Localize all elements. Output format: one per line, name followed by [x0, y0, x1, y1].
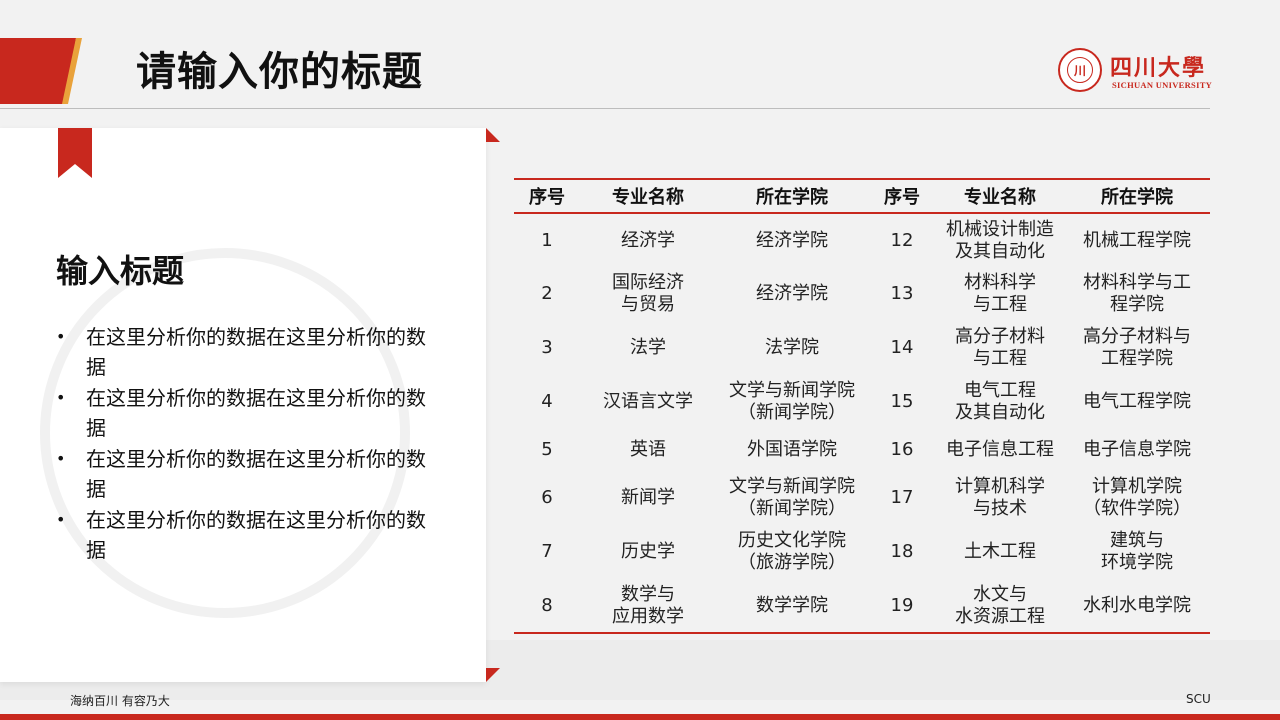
left-content-panel: 输入标题 在这里分析你的数据在这里分析你的数据 在这里分析你的数据在这里分析你的…: [0, 128, 486, 682]
table-cell: 14: [890, 337, 914, 358]
table-cell: 数学学院: [716, 579, 868, 634]
logo-chinese-name: 四川大學: [1110, 55, 1207, 81]
logo-english-name: SICHUAN UNIVERSITY: [1112, 80, 1213, 90]
bookmark-ribbon-icon: [58, 128, 92, 178]
table-row: 2 国际经济 与贸易 经济学院 13 材料科学 与工程 材料科学与工 程学院: [514, 267, 1210, 321]
table-row: 4 汉语言文学 文学与新闻学院 （新闻学院） 15 电气工程 及其自动化 电气工程学院: [514, 375, 1210, 429]
table-cell: 4: [541, 391, 553, 412]
footer-motto: 海纳百川 有容乃大: [70, 694, 170, 708]
page-title: 请输入你的标题: [136, 49, 423, 95]
table-cell: 电子信息工程: [946, 439, 1054, 460]
table-cell: 机械设计制造 及其自动化: [946, 218, 1054, 262]
header-index: 序号: [514, 178, 580, 214]
bullet-list: 在这里分析你的数据在这里分析你的数据 在这里分析你的数据在这里分析你的数据 在这…: [56, 322, 426, 566]
table-cell: 国际经济 与贸易: [612, 272, 684, 315]
table-cell: 水利水电学院: [1064, 579, 1210, 634]
table-cell: 历史学: [621, 541, 675, 562]
table-cell: 经济学院: [756, 229, 828, 251]
panel-heading: 输入标题: [56, 252, 185, 290]
table-cell: 16: [890, 439, 914, 460]
table-cell: 18: [890, 541, 914, 562]
table-cell: 3: [541, 337, 553, 358]
table-cell: 13: [890, 283, 914, 304]
table-body: 1 经济学 经济学院 12 机械设计制造 及其自动化 机械工程学院 2 国际经济 与贸易 经济学…: [514, 213, 1210, 634]
table-cell: 水文与 水资源工程: [936, 579, 1064, 634]
university-seal-icon: 川: [1058, 48, 1102, 92]
table-cell: 新闻学: [621, 487, 675, 508]
header-college: 所在学院: [716, 178, 868, 214]
table-cell: 19: [868, 579, 936, 634]
table-cell: 经济学院: [756, 283, 828, 304]
table-cell: 历史文化学院 （旅游学院）: [738, 530, 846, 573]
header-major: 专业名称: [936, 178, 1064, 214]
table-cell: 汉语言文学: [603, 391, 693, 412]
footer-abbrev: SCU: [1186, 692, 1211, 706]
table-cell: 材料科学 与工程: [964, 272, 1036, 315]
header-index: 序号: [868, 178, 936, 214]
table-cell: 计算机科学 与技术: [955, 476, 1045, 519]
table-cell: 8: [514, 579, 580, 634]
table-cell: 法学院: [765, 337, 819, 358]
table-cell: 英语: [630, 439, 666, 460]
university-logo: 川 四川大學 SICHUAN UNIVERSITY: [1058, 48, 1218, 100]
table-cell: 计算机学院 （软件学院）: [1083, 476, 1191, 519]
table-cell: 电子信息学院: [1083, 439, 1191, 460]
footer-bar: [0, 714, 1280, 720]
table-cell: 电气工程学院: [1083, 391, 1191, 412]
corner-marker-top: [486, 128, 500, 142]
table-cell: 高分子材料与 工程学院: [1083, 326, 1191, 369]
table-cell: 经济学: [621, 229, 675, 251]
table-cell: 建筑与 环境学院: [1101, 530, 1173, 573]
table-cell: 17: [890, 487, 914, 508]
table-cell: 7: [541, 541, 553, 562]
table-row: 8 数学与 应用数学 数学学院 19 水文与 水资源工程 水利水电学院: [514, 579, 1210, 634]
table-cell: 电气工程 及其自动化: [955, 380, 1045, 423]
table-row: 1 经济学 经济学院 12 机械设计制造 及其自动化 机械工程学院: [514, 213, 1210, 267]
table-cell: 1: [541, 229, 553, 251]
table-cell: 15: [890, 391, 914, 412]
header-major: 专业名称: [580, 178, 716, 214]
table-cell: 机械工程学院: [1083, 229, 1191, 251]
table-row: 7 历史学 历史文化学院 （旅游学院） 18 土木工程 建筑与 环境学院: [514, 525, 1210, 579]
table-cell: 5: [541, 439, 553, 460]
bullet-item: 在这里分析你的数据在这里分析你的数据: [56, 322, 426, 382]
bullet-item: 在这里分析你的数据在这里分析你的数据: [56, 505, 426, 565]
majors-table: 序号 专业名称 所在学院 序号 专业名称 所在学院 1 经济学 经济学院 12 机械设计…: [514, 178, 1210, 634]
bullet-item: 在这里分析你的数据在这里分析你的数据: [56, 383, 426, 443]
table-cell: 高分子材料 与工程: [955, 326, 1045, 369]
table-cell: 法学: [630, 337, 666, 358]
table-row: 3 法学 法学院 14 高分子材料 与工程 高分子材料与 工程学院: [514, 321, 1210, 375]
bullet-item: 在这里分析你的数据在这里分析你的数据: [56, 444, 426, 504]
table-header-row: 序号 专业名称 所在学院 序号 专业名称 所在学院: [514, 178, 1210, 214]
table-cell: 12: [890, 229, 914, 251]
table-cell: 文学与新闻学院 （新闻学院）: [729, 380, 855, 423]
title-divider: [0, 108, 1210, 109]
table-row: 5 英语 外国语学院 16 电子信息工程 电子信息学院: [514, 429, 1210, 471]
table-cell: 土木工程: [964, 541, 1036, 562]
table-cell: 数学与 应用数学: [580, 579, 716, 634]
table-cell: 外国语学院: [747, 439, 837, 460]
header-college: 所在学院: [1064, 178, 1210, 214]
table-cell: 6: [541, 487, 553, 508]
table-cell: 2: [541, 283, 553, 304]
table-cell: 材料科学与工 程学院: [1083, 272, 1191, 315]
table-cell: 文学与新闻学院 （新闻学院）: [729, 476, 855, 519]
table-row: 6 新闻学 文学与新闻学院 （新闻学院） 17 计算机科学 与技术 计算机学院 （软件学院…: [514, 471, 1210, 525]
